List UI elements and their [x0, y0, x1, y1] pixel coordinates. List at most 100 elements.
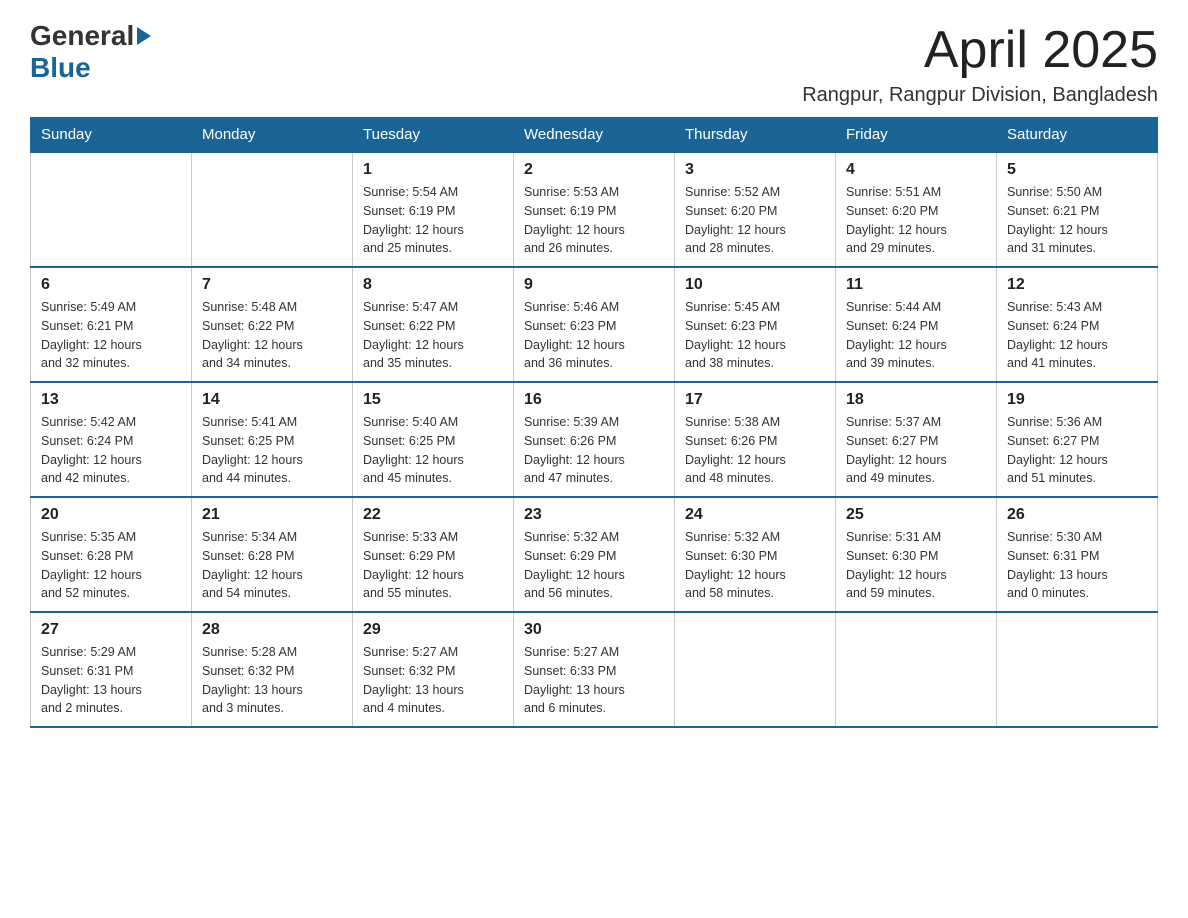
calendar-header-row: Sunday Monday Tuesday Wednesday Thursday…: [31, 118, 1158, 153]
table-row: 13 Sunrise: 5:42 AM Sunset: 6:24 PM Dayli…: [31, 382, 192, 497]
day-number: 23: [524, 506, 664, 524]
logo-general-text: General: [30, 20, 134, 52]
day-number: 26: [1007, 506, 1147, 524]
table-row: [675, 612, 836, 727]
col-thursday: Thursday: [675, 118, 836, 153]
table-row: 21 Sunrise: 5:34 AM Sunset: 6:28 PM Dayli…: [192, 497, 353, 612]
day-number: 27: [41, 621, 181, 639]
day-info: Sunrise: 5:51 AM Sunset: 6:20 PM Dayligh…: [846, 183, 986, 258]
day-info: Sunrise: 5:48 AM Sunset: 6:22 PM Dayligh…: [202, 298, 342, 373]
day-number: 1: [363, 161, 503, 179]
day-info: Sunrise: 5:38 AM Sunset: 6:26 PM Dayligh…: [685, 413, 825, 488]
table-row: [997, 612, 1158, 727]
table-row: 8Sunrise: 5:47 AM Sunset: 6:22 PM Daylig…: [353, 267, 514, 382]
day-number: 21: [202, 506, 342, 524]
day-info: Sunrise: 5:40 AM Sunset: 6:25 PM Dayligh…: [363, 413, 503, 488]
table-row: 7 Sunrise: 5:48 AM Sunset: 6:22 PM Daylig…: [192, 267, 353, 382]
day-number: 25: [846, 506, 986, 524]
col-saturday: Saturday: [997, 118, 1158, 153]
day-info: Sunrise: 5:28 AM Sunset: 6:32 PM Dayligh…: [202, 643, 342, 718]
table-row: 6 Sunrise: 5:49 AM Sunset: 6:21 PM Daylig…: [31, 267, 192, 382]
table-row: 25 Sunrise: 5:31 AM Sunset: 6:30 PM Dayli…: [836, 497, 997, 612]
day-info: Sunrise: 5:47 AM Sunset: 6:22 PM Dayligh…: [363, 298, 503, 373]
day-info: Sunrise: 5:42 AM Sunset: 6:24 PM Dayligh…: [41, 413, 181, 488]
day-number: 13: [41, 391, 181, 409]
day-info: Sunrise: 5:46 AM Sunset: 6:23 PM Dayligh…: [524, 298, 664, 373]
table-row: 10Sunrise: 5:45 AM Sunset: 6:23 PM Dayli…: [675, 267, 836, 382]
table-row: 11Sunrise: 5:44 AM Sunset: 6:24 PM Dayli…: [836, 267, 997, 382]
title-area: April 2025 Rangpur, Rangpur Division, Ba…: [802, 20, 1158, 107]
day-info: Sunrise: 5:54 AM Sunset: 6:19 PM Dayligh…: [363, 183, 503, 258]
day-number: 29: [363, 621, 503, 639]
table-row: 19Sunrise: 5:36 AM Sunset: 6:27 PM Dayli…: [997, 382, 1158, 497]
day-number: 5: [1007, 161, 1147, 179]
day-number: 7: [202, 276, 342, 294]
calendar-week-row: 13 Sunrise: 5:42 AM Sunset: 6:24 PM Dayli…: [31, 382, 1158, 497]
logo: General Blue: [30, 20, 153, 84]
table-row: 18 Sunrise: 5:37 AM Sunset: 6:27 PM Dayli…: [836, 382, 997, 497]
day-number: 12: [1007, 276, 1147, 294]
table-row: 23 Sunrise: 5:32 AM Sunset: 6:29 PM Dayli…: [514, 497, 675, 612]
day-number: 16: [524, 391, 664, 409]
day-info: Sunrise: 5:41 AM Sunset: 6:25 PM Dayligh…: [202, 413, 342, 488]
day-info: Sunrise: 5:35 AM Sunset: 6:28 PM Dayligh…: [41, 528, 181, 603]
day-number: 9: [524, 276, 664, 294]
day-info: Sunrise: 5:36 AM Sunset: 6:27 PM Dayligh…: [1007, 413, 1147, 488]
day-info: Sunrise: 5:33 AM Sunset: 6:29 PM Dayligh…: [363, 528, 503, 603]
table-row: 12Sunrise: 5:43 AM Sunset: 6:24 PM Dayli…: [997, 267, 1158, 382]
day-number: 14: [202, 391, 342, 409]
calendar-week-row: 1 Sunrise: 5:54 AM Sunset: 6:19 PM Daylig…: [31, 152, 1158, 267]
table-row: 9 Sunrise: 5:46 AM Sunset: 6:23 PM Daylig…: [514, 267, 675, 382]
table-row: 26 Sunrise: 5:30 AM Sunset: 6:31 PM Dayli…: [997, 497, 1158, 612]
day-info: Sunrise: 5:27 AM Sunset: 6:32 PM Dayligh…: [363, 643, 503, 718]
day-info: Sunrise: 5:30 AM Sunset: 6:31 PM Dayligh…: [1007, 528, 1147, 603]
calendar-week-row: 6 Sunrise: 5:49 AM Sunset: 6:21 PM Daylig…: [31, 267, 1158, 382]
col-monday: Monday: [192, 118, 353, 153]
subtitle: Rangpur, Rangpur Division, Bangladesh: [802, 84, 1158, 107]
day-number: 20: [41, 506, 181, 524]
table-row: [836, 612, 997, 727]
table-row: 5 Sunrise: 5:50 AM Sunset: 6:21 PM Daylig…: [997, 152, 1158, 267]
day-info: Sunrise: 5:44 AM Sunset: 6:24 PM Dayligh…: [846, 298, 986, 373]
day-info: Sunrise: 5:37 AM Sunset: 6:27 PM Dayligh…: [846, 413, 986, 488]
day-number: 24: [685, 506, 825, 524]
day-info: Sunrise: 5:34 AM Sunset: 6:28 PM Dayligh…: [202, 528, 342, 603]
table-row: 16 Sunrise: 5:39 AM Sunset: 6:26 PM Dayli…: [514, 382, 675, 497]
table-row: 27 Sunrise: 5:29 AM Sunset: 6:31 PM Dayli…: [31, 612, 192, 727]
day-info: Sunrise: 5:29 AM Sunset: 6:31 PM Dayligh…: [41, 643, 181, 718]
table-row: 22Sunrise: 5:33 AM Sunset: 6:29 PM Dayli…: [353, 497, 514, 612]
col-wednesday: Wednesday: [514, 118, 675, 153]
day-info: Sunrise: 5:31 AM Sunset: 6:30 PM Dayligh…: [846, 528, 986, 603]
col-tuesday: Tuesday: [353, 118, 514, 153]
table-row: 4Sunrise: 5:51 AM Sunset: 6:20 PM Daylig…: [836, 152, 997, 267]
table-row: [31, 152, 192, 267]
table-row: 15Sunrise: 5:40 AM Sunset: 6:25 PM Dayli…: [353, 382, 514, 497]
logo-blue-text: Blue: [30, 52, 91, 83]
calendar-week-row: 27 Sunrise: 5:29 AM Sunset: 6:31 PM Dayli…: [31, 612, 1158, 727]
table-row: 2Sunrise: 5:53 AM Sunset: 6:19 PM Daylig…: [514, 152, 675, 267]
day-info: Sunrise: 5:53 AM Sunset: 6:19 PM Dayligh…: [524, 183, 664, 258]
day-info: Sunrise: 5:49 AM Sunset: 6:21 PM Dayligh…: [41, 298, 181, 373]
day-info: Sunrise: 5:52 AM Sunset: 6:20 PM Dayligh…: [685, 183, 825, 258]
day-info: Sunrise: 5:50 AM Sunset: 6:21 PM Dayligh…: [1007, 183, 1147, 258]
day-number: 28: [202, 621, 342, 639]
table-row: 29 Sunrise: 5:27 AM Sunset: 6:32 PM Dayli…: [353, 612, 514, 727]
header: General Blue April 2025 Rangpur, Rangpur…: [30, 20, 1158, 107]
table-row: 24 Sunrise: 5:32 AM Sunset: 6:30 PM Dayli…: [675, 497, 836, 612]
day-info: Sunrise: 5:39 AM Sunset: 6:26 PM Dayligh…: [524, 413, 664, 488]
day-number: 30: [524, 621, 664, 639]
day-info: Sunrise: 5:32 AM Sunset: 6:29 PM Dayligh…: [524, 528, 664, 603]
col-sunday: Sunday: [31, 118, 192, 153]
day-number: 3: [685, 161, 825, 179]
calendar-week-row: 20 Sunrise: 5:35 AM Sunset: 6:28 PM Dayli…: [31, 497, 1158, 612]
day-number: 6: [41, 276, 181, 294]
page-title: April 2025: [802, 20, 1158, 80]
calendar-table: Sunday Monday Tuesday Wednesday Thursday…: [30, 117, 1158, 728]
day-number: 18: [846, 391, 986, 409]
day-info: Sunrise: 5:32 AM Sunset: 6:30 PM Dayligh…: [685, 528, 825, 603]
table-row: 28 Sunrise: 5:28 AM Sunset: 6:32 PM Dayli…: [192, 612, 353, 727]
table-row: 30 Sunrise: 5:27 AM Sunset: 6:33 PM Dayli…: [514, 612, 675, 727]
table-row: [192, 152, 353, 267]
day-info: Sunrise: 5:27 AM Sunset: 6:33 PM Dayligh…: [524, 643, 664, 718]
table-row: 20 Sunrise: 5:35 AM Sunset: 6:28 PM Dayli…: [31, 497, 192, 612]
